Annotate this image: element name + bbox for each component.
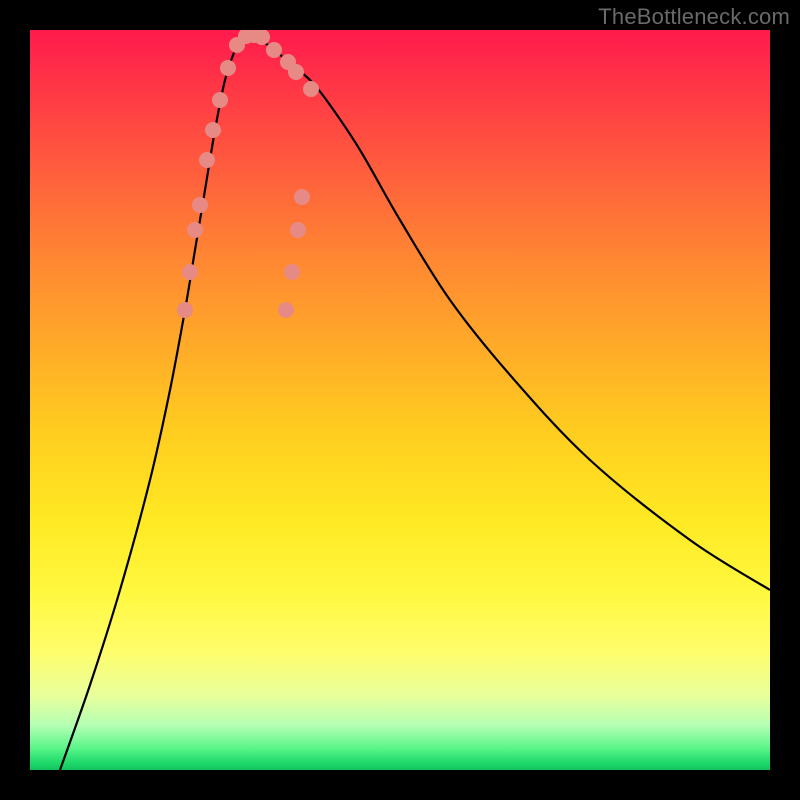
chart-svg	[30, 30, 770, 770]
bottleneck-curve	[60, 34, 770, 770]
highlight-dot	[220, 60, 236, 76]
watermark-text: TheBottleneck.com	[598, 4, 790, 30]
highlight-dot	[294, 189, 310, 205]
highlight-dot	[177, 302, 193, 318]
highlight-dot	[288, 64, 304, 80]
highlight-dot	[192, 197, 208, 213]
highlight-dot	[254, 30, 270, 45]
highlight-dot	[187, 222, 203, 238]
highlight-dot	[212, 92, 228, 108]
highlight-dot	[182, 264, 198, 280]
highlight-dot	[278, 302, 294, 318]
highlight-dot	[199, 152, 215, 168]
highlight-dots-group	[177, 30, 319, 318]
highlight-dot	[290, 222, 306, 238]
highlight-dot	[205, 122, 221, 138]
chart-gradient-area	[30, 30, 770, 770]
highlight-dot	[266, 42, 282, 58]
chart-frame: TheBottleneck.com	[0, 0, 800, 800]
highlight-dot	[284, 264, 300, 280]
highlight-dot	[303, 81, 319, 97]
